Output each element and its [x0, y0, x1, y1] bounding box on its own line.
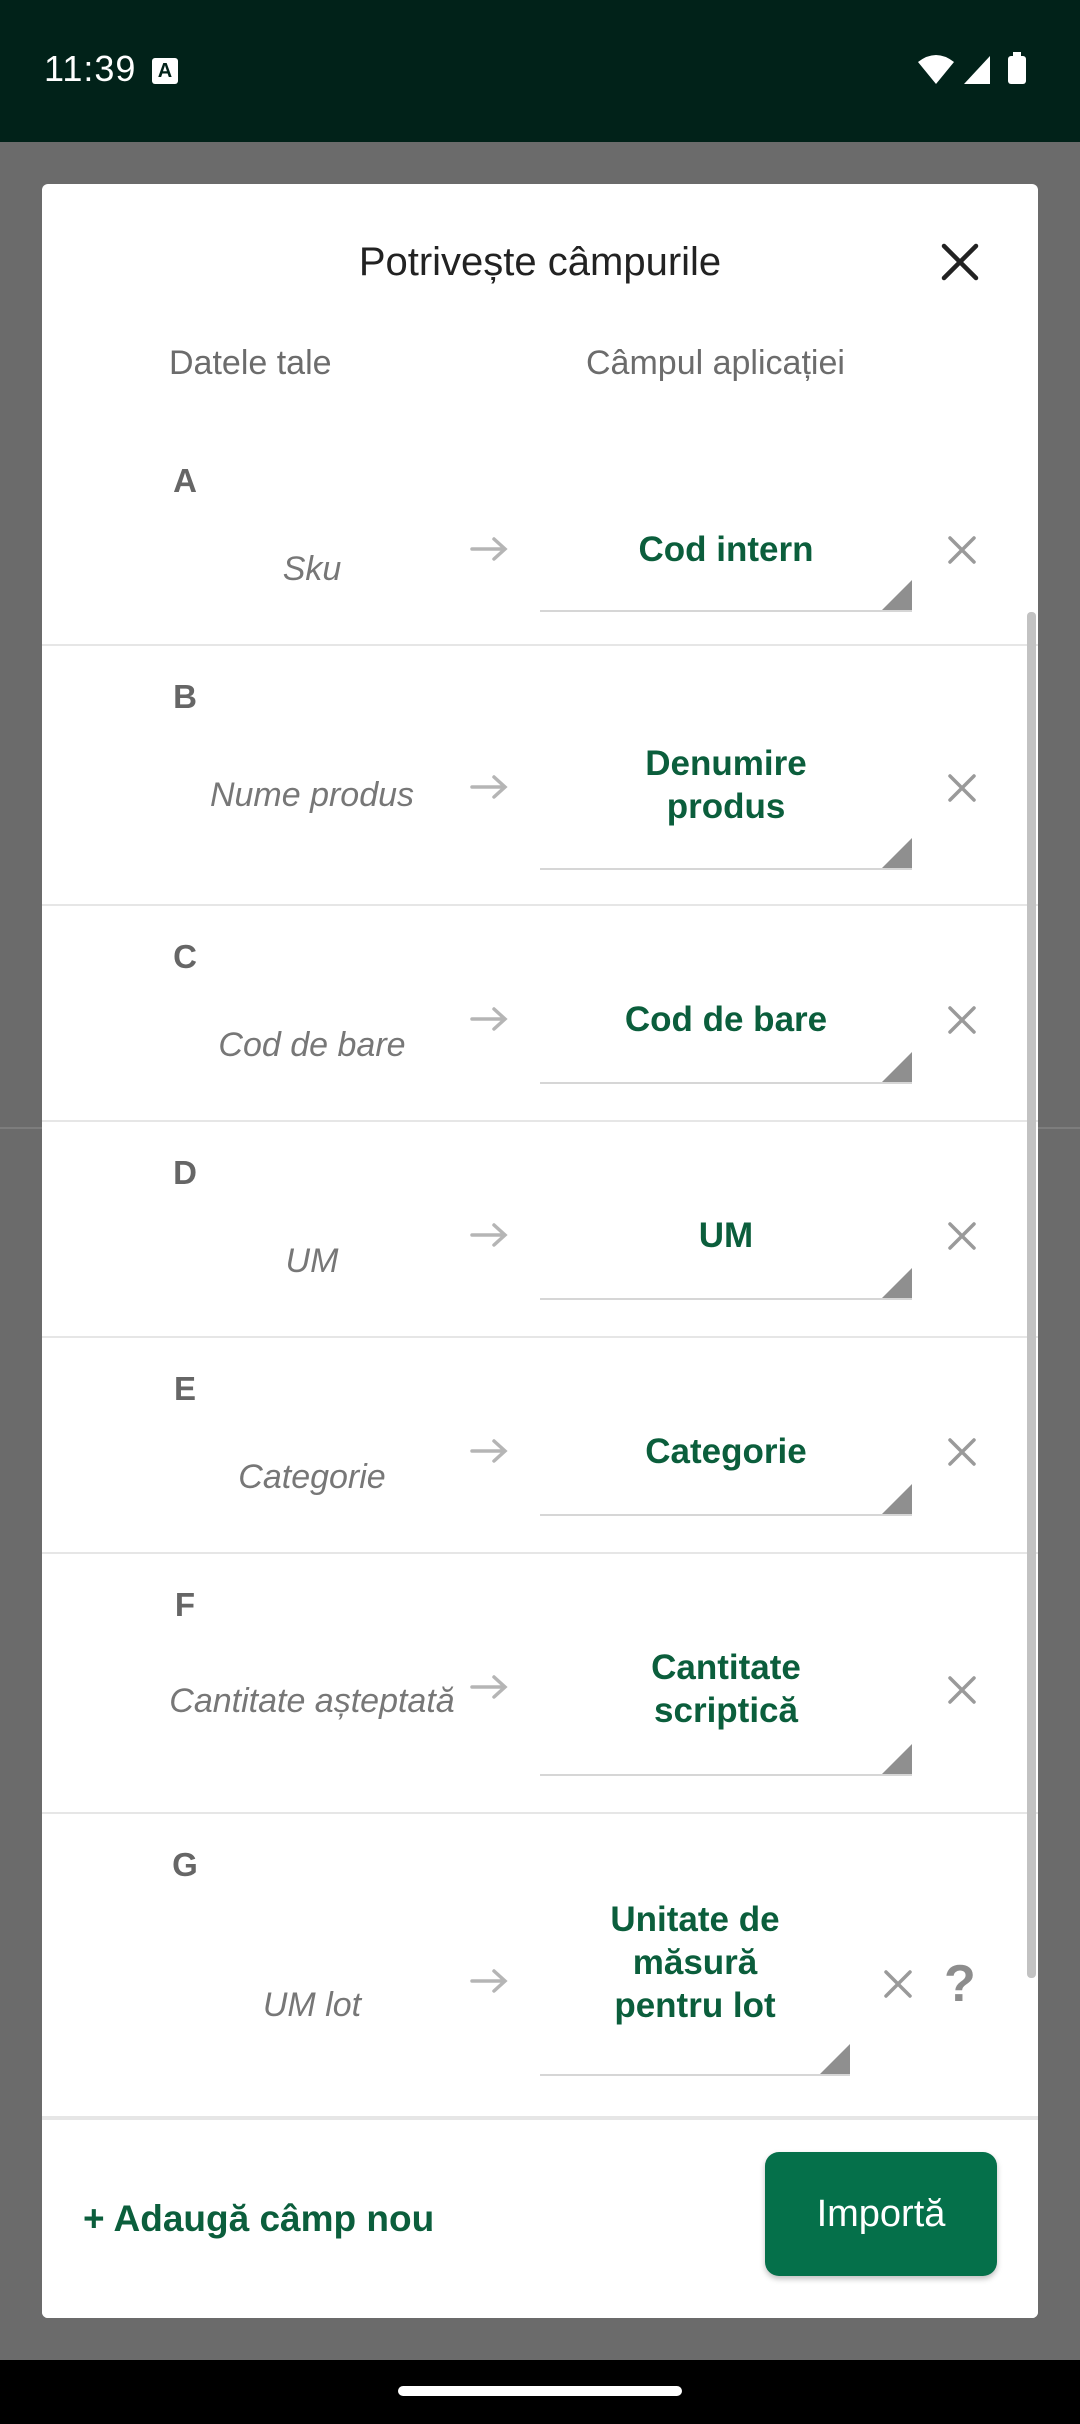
dialog-footer: + Adaugă câmp nou Importă: [42, 2118, 1038, 2318]
signal-icon: [964, 56, 990, 84]
mapping-row: E Categorie Categorie: [42, 1338, 1038, 1554]
column-letter: A: [173, 462, 197, 499]
dropdown-corner-icon: [820, 2044, 850, 2074]
remove-mapping-icon[interactable]: [942, 1000, 982, 1040]
app-field-value: Categorie: [645, 1432, 807, 1471]
arrow-right-icon: [470, 1007, 508, 1031]
battery-icon: [1008, 56, 1026, 84]
app-field-value: Unitate de măsură pentru lot: [610, 1900, 780, 2025]
column-letter: F: [174, 1586, 196, 1623]
close-icon: [941, 243, 979, 281]
column-letter: B: [173, 678, 197, 715]
remove-mapping-icon[interactable]: [942, 768, 982, 808]
app-field-dropdown[interactable]: Unitate de măsură pentru lot: [540, 1898, 850, 2076]
add-new-field-button[interactable]: + Adaugă câmp nou: [83, 2198, 434, 2240]
arrow-right-icon: [470, 537, 508, 561]
dialog-title: Potrivește câmpurile: [358, 240, 722, 284]
app-field-dropdown[interactable]: Cod de bare: [540, 998, 912, 1084]
column-header-your-data: Datele tale: [169, 344, 332, 382]
app-field-value: Cantitate scriptică: [651, 1648, 801, 1730]
app-field-value: Cod intern: [638, 530, 814, 569]
app-field-dropdown[interactable]: Cod intern: [540, 528, 912, 612]
app-field-dropdown[interactable]: Categorie: [540, 1430, 912, 1516]
home-handle[interactable]: [398, 2386, 682, 2396]
column-header-app-field: Câmpul aplicației: [586, 344, 845, 382]
dropdown-corner-icon: [882, 1484, 912, 1514]
app-field-dropdown[interactable]: UM: [540, 1214, 912, 1300]
notification-icon: A: [152, 58, 178, 84]
arrow-right-icon: [470, 1675, 508, 1699]
dropdown-corner-icon: [882, 1052, 912, 1082]
app-field-value: Cod de bare: [624, 1000, 828, 1039]
close-button[interactable]: [932, 234, 988, 290]
app-field-dropdown[interactable]: Denumire produs: [540, 742, 912, 870]
mapping-row: D UM UM: [42, 1122, 1038, 1338]
arrow-right-icon: [470, 1969, 508, 1993]
arrow-right-icon: [470, 775, 508, 799]
mapping-row: B Nume produs Denumire produs: [42, 646, 1038, 906]
dropdown-corner-icon: [882, 1268, 912, 1298]
remove-mapping-icon[interactable]: [942, 1216, 982, 1256]
column-letter: D: [173, 1154, 197, 1191]
remove-mapping-icon[interactable]: [942, 1432, 982, 1472]
scrollbar[interactable]: [1027, 612, 1036, 1978]
app-field-value: UM: [698, 1216, 754, 1255]
help-icon[interactable]: ?: [944, 1954, 976, 2014]
mapping-row: F Cantitate așteptată Cantitate scriptic…: [42, 1554, 1038, 1814]
arrow-right-icon: [470, 1439, 508, 1463]
navigation-bar: [0, 2360, 1080, 2424]
status-bar: 11:39 A: [0, 0, 1080, 142]
mapping-row: A Sku Cod intern: [42, 430, 1038, 646]
remove-mapping-icon[interactable]: [942, 530, 982, 570]
remove-mapping-icon[interactable]: [942, 1670, 982, 1710]
status-time: 11:39: [44, 48, 137, 89]
dropdown-corner-icon: [882, 1744, 912, 1774]
mapping-row: C Cod de bare Cod de bare: [42, 906, 1038, 1122]
dropdown-corner-icon: [882, 838, 912, 868]
app-field-dropdown[interactable]: Cantitate scriptică: [540, 1646, 912, 1776]
column-letter: C: [173, 938, 197, 975]
field-mapping-dialog: Potrivește câmpurile Datele tale Câmpul …: [42, 184, 1038, 2318]
remove-mapping-icon[interactable]: [878, 1964, 918, 2004]
mapping-list[interactable]: A Sku Cod intern B Nume produs Denumire …: [42, 430, 1038, 2302]
column-letter: E: [173, 1370, 196, 1407]
system-icons: [916, 50, 1036, 95]
app-field-value: Denumire produs: [645, 744, 807, 826]
dropdown-corner-icon: [882, 580, 912, 610]
arrow-right-icon: [470, 1223, 508, 1247]
mapping-row: G UM lot Unitate de măsură pentru lot ?: [42, 1814, 1038, 2118]
wifi-icon: [918, 55, 954, 84]
column-letter: G: [172, 1846, 198, 1883]
import-button[interactable]: Importă: [765, 2152, 997, 2276]
